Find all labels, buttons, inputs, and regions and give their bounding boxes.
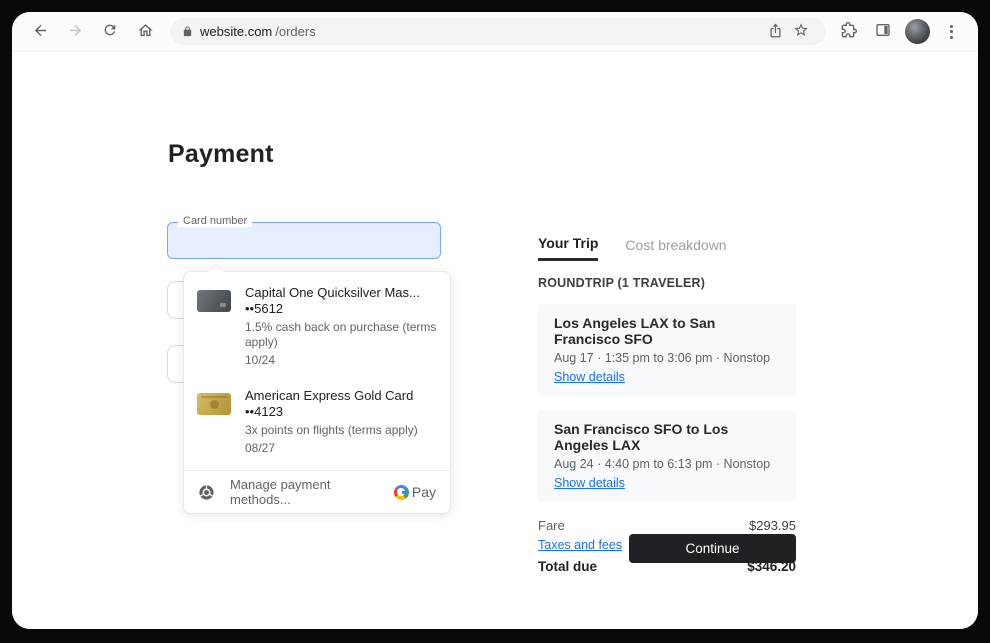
saved-card-option[interactable]: Capital One Quicksilver Mas... ••5612 1.…: [184, 272, 450, 378]
home-button[interactable]: [131, 18, 159, 46]
home-icon: [137, 22, 154, 42]
extensions-button[interactable]: [836, 19, 862, 45]
card-expiry: 10/24: [245, 353, 437, 368]
toolbar-right-group: [836, 19, 964, 45]
back-arrow-icon: [32, 22, 49, 42]
page-title: Payment: [168, 140, 274, 169]
leg-title: San Francisco SFO to Los Angeles LAX: [554, 421, 780, 453]
lock-icon: [182, 26, 193, 37]
show-details-link[interactable]: Show details: [554, 370, 625, 384]
forward-arrow-icon: [67, 22, 84, 42]
forward-button[interactable]: [61, 18, 89, 46]
show-details-link[interactable]: Show details: [554, 476, 625, 490]
fare-label: Fare: [538, 518, 565, 533]
card-number-input[interactable]: [176, 225, 432, 256]
chrome-icon: [198, 484, 215, 501]
gpay-g-icon: [394, 485, 409, 500]
fare-row: Fare $293.95: [538, 518, 796, 533]
card-expiry: 08/27: [245, 441, 437, 456]
gpay-label: Pay: [412, 484, 436, 500]
share-button[interactable]: [762, 19, 788, 45]
google-pay-logo: Pay: [394, 484, 436, 500]
card-thumbnail-silver: [197, 290, 231, 312]
card-name: Capital One Quicksilver Mas... ••5612: [245, 285, 437, 317]
manage-payment-methods[interactable]: Manage payment methods... Pay: [184, 471, 450, 513]
refresh-button[interactable]: [96, 18, 124, 46]
taxes-and-fees-link[interactable]: Taxes and fees: [538, 538, 622, 552]
leg-schedule: Aug 24 · 4:40 pm to 6:13 pm · Nonstop: [554, 457, 780, 471]
avatar: [905, 19, 930, 44]
refresh-icon: [102, 22, 118, 41]
total-due-label: Total due: [538, 559, 597, 574]
manage-label: Manage payment methods...: [230, 477, 394, 507]
bookmark-button[interactable]: [788, 19, 814, 45]
card-option-text: American Express Gold Card ••4123 3x poi…: [245, 388, 437, 456]
side-panel-icon: [875, 22, 891, 41]
trip-leg-card: San Francisco SFO to Los Angeles LAX Aug…: [538, 410, 796, 502]
fare-value: $293.95: [749, 518, 796, 533]
address-bar[interactable]: website.com /orders: [170, 18, 826, 45]
leg-schedule: Aug 17 · 1:35 pm to 3:06 pm · Nonstop: [554, 351, 780, 365]
browser-menu-button[interactable]: [938, 19, 964, 45]
screenshot-canvas: website.com /orders: [0, 0, 990, 643]
browser-toolbar: website.com /orders: [12, 12, 978, 52]
url-path: /orders: [275, 24, 315, 39]
saved-card-option[interactable]: American Express Gold Card ••4123 3x poi…: [184, 378, 450, 470]
summary-tabs: Your Trip Cost breakdown: [538, 235, 796, 261]
url-domain: website.com: [200, 24, 272, 39]
browser-window: website.com /orders: [12, 12, 978, 629]
tab-cost-breakdown[interactable]: Cost breakdown: [625, 235, 726, 261]
card-thumbnail-gold: [197, 393, 231, 415]
back-button[interactable]: [26, 18, 54, 46]
share-icon: [768, 23, 783, 41]
extensions-puzzle-icon: [841, 22, 857, 41]
page-content: Payment Card number Capital One Quicksil…: [12, 52, 978, 629]
card-option-text: Capital One Quicksilver Mas... ••5612 1.…: [245, 285, 437, 368]
continue-button[interactable]: Continue: [629, 534, 796, 563]
card-benefit: 3x points on flights (terms apply): [245, 423, 437, 438]
star-icon: [793, 22, 809, 41]
tab-your-trip[interactable]: Your Trip: [538, 235, 598, 261]
side-panel-button[interactable]: [870, 19, 896, 45]
card-name: American Express Gold Card ••4123: [245, 388, 437, 420]
profile-button[interactable]: [904, 19, 930, 45]
roundtrip-header: ROUNDTRIP (1 TRAVELER): [538, 276, 796, 290]
trip-summary-panel: Your Trip Cost breakdown ROUNDTRIP (1 TR…: [538, 235, 796, 574]
trip-leg-card: Los Angeles LAX to San Francisco SFO Aug…: [538, 304, 796, 396]
payment-methods-dropdown: Capital One Quicksilver Mas... ••5612 1.…: [183, 271, 451, 514]
card-number-field[interactable]: Card number: [167, 222, 441, 259]
card-benefit: 1.5% cash back on purchase (terms apply): [245, 320, 437, 350]
menu-dots-icon: [950, 25, 953, 39]
leg-title: Los Angeles LAX to San Francisco SFO: [554, 315, 780, 347]
